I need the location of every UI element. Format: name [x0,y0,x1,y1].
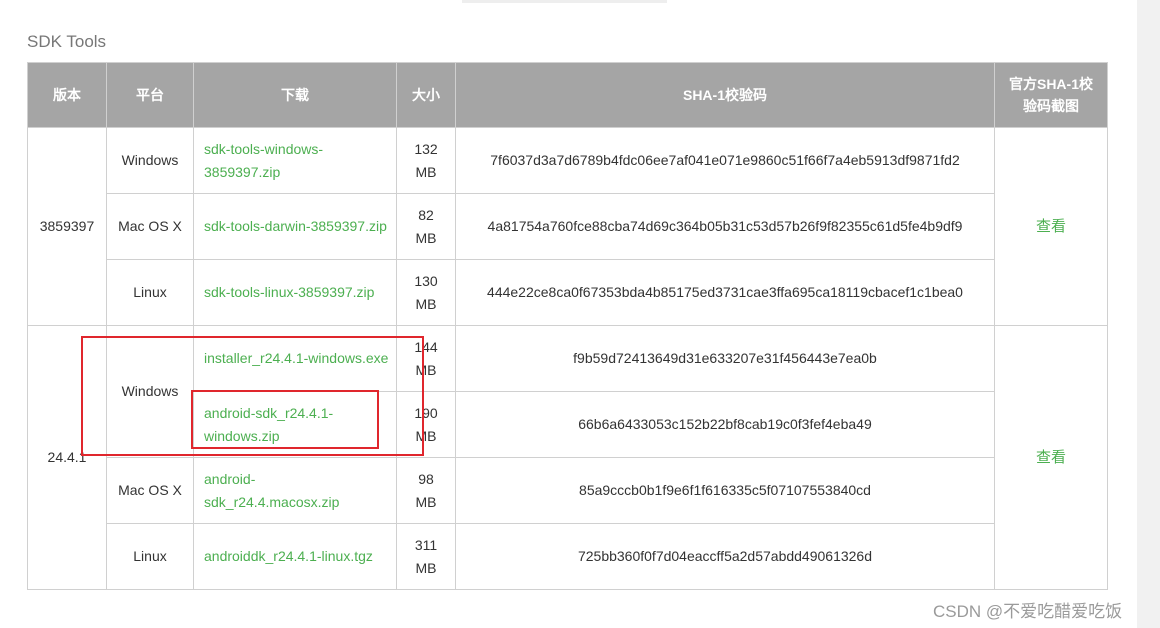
sha1-cell: 85a9cccb0b1f9e6f1f616335c5f07107553840cd [455,457,995,524]
download-link[interactable]: installer_r24.4.1-windows.exe [204,350,388,366]
header-screenshot: 官方SHA-1校验码截图 [994,62,1108,128]
screenshot-cell: 查看 [994,325,1108,590]
table-row: 24.4.1 Windows installer_r24.4.1-windows… [27,325,1108,590]
platform-cell: Mac OS X [106,457,194,524]
download-link[interactable]: sdk-tools-darwin-3859397.zip [204,218,387,234]
platform-cell: Windows [106,325,194,458]
download-cell: sdk-tools-linux-3859397.zip [193,259,397,326]
header-download: 下载 [193,62,397,128]
table-row: Linux androiddk_r24.4.1-linux.tgz 311 MB… [28,523,1108,590]
download-cell: sdk-tools-darwin-3859397.zip [193,193,397,260]
download-cell: android-sdk_r24.4.macosx.zip [193,457,397,524]
download-cell: installer_r24.4.1-windows.exe [193,325,397,392]
sha1-cell: 4a81754a760fce88cba74d69c364b05b31c53d57… [455,193,995,260]
table-row: Mac OS X sdk-tools-darwin-3859397.zip 82… [28,193,1108,260]
size-cell: 190 MB [396,391,456,458]
download-link[interactable]: androiddk_r24.4.1-linux.tgz [204,548,373,564]
header-platform: 平台 [106,62,194,128]
table-row: 3859397 Windows sdk-tools-windows-385939… [27,127,1108,326]
download-cell: androiddk_r24.4.1-linux.tgz [193,523,397,590]
download-link[interactable]: android-sdk_r24.4.1-windows.zip [204,405,333,444]
sha1-cell: 725bb360f0f7d04eaccff5a2d57abdd49061326d [455,523,995,590]
table-row: Linux sdk-tools-linux-3859397.zip 130 MB… [28,259,1108,326]
view-link[interactable]: 查看 [1036,218,1066,235]
sha1-cell: 444e22ce8ca0f67353bda4b85175ed3731cae3ff… [455,259,995,326]
table-header-row: 版本 平台 下载 大小 SHA-1校验码 官方SHA-1校验码截图 [27,62,1108,128]
version-cell: 3859397 [27,127,107,326]
size-cell: 311 MB [396,523,456,590]
size-cell: 144 MB [396,325,456,392]
view-link[interactable]: 查看 [1036,449,1066,466]
platform-cell: Linux [106,523,194,590]
sha1-cell: 7f6037d3a7d6789b4fdc06ee7af041e071e9860c… [455,127,995,194]
platform-cell: Mac OS X [106,193,194,260]
header-sha1: SHA-1校验码 [455,62,995,128]
download-cell: android-sdk_r24.4.1-windows.zip [193,391,397,458]
table-row: Mac OS X android-sdk_r24.4.macosx.zip 98… [28,457,1108,524]
sha1-cell: f9b59d72413649d31e633207e31f456443e7ea0b [455,325,995,392]
platform-cell: Linux [106,259,194,326]
top-divider [462,0,667,3]
size-cell: 98 MB [396,457,456,524]
screenshot-cell: 查看 [994,127,1108,326]
download-cell: sdk-tools-windows-3859397.zip [193,127,397,194]
download-link[interactable]: android-sdk_r24.4.macosx.zip [204,471,339,510]
size-cell: 132 MB [396,127,456,194]
page-scrollbar[interactable] [1137,0,1160,628]
download-link[interactable]: sdk-tools-windows-3859397.zip [204,141,323,180]
sha1-cell: 66b6a6433053c152b22bf8cab19c0f3fef4eba49 [455,391,995,458]
header-version: 版本 [27,62,107,128]
size-cell: 130 MB [396,259,456,326]
header-size: 大小 [396,62,456,128]
platform-cell: Windows [106,127,194,194]
watermark: CSDN @不爱吃醋爱吃饭 [933,602,1123,621]
sdk-tools-table: 版本 平台 下载 大小 SHA-1校验码 官方SHA-1校验码截图 385939… [27,62,1108,590]
size-cell: 82 MB [396,193,456,260]
version-cell: 24.4.1 [27,325,107,590]
section-title: SDK Tools [27,32,107,51]
download-link[interactable]: sdk-tools-linux-3859397.zip [204,284,374,300]
